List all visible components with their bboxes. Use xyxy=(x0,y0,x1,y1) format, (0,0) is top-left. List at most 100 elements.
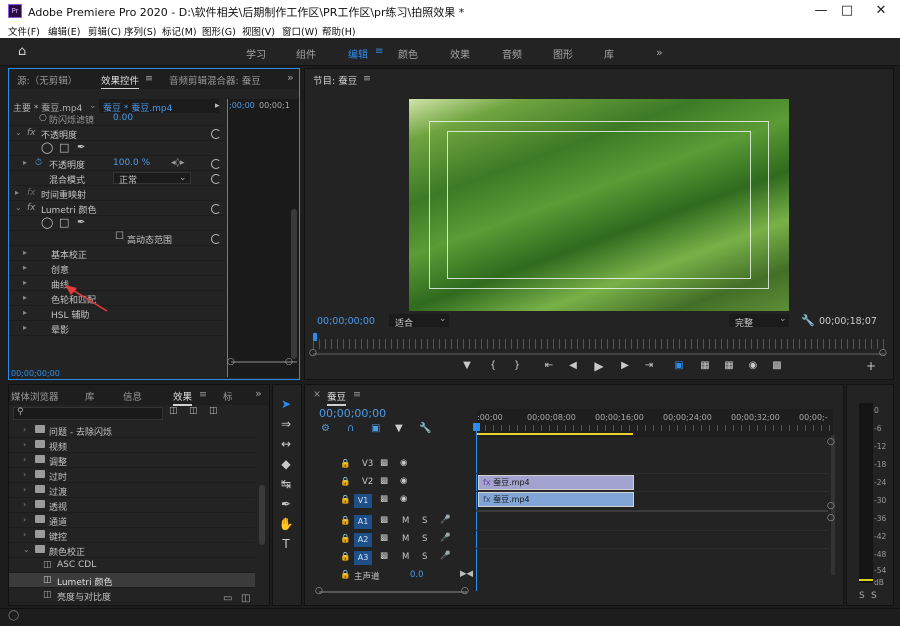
hand-tool-icon[interactable]: ✋ xyxy=(278,516,294,532)
zoom-handle-icon[interactable]: ○ xyxy=(827,437,835,447)
effects-scrollbar[interactable] xyxy=(259,485,265,545)
tab-libraries[interactable]: 库 xyxy=(85,389,95,403)
lumetri-vignette-row[interactable]: ▸ 晕影 xyxy=(9,321,225,336)
eye-icon[interactable]: ◉ xyxy=(400,476,407,486)
reset-icon[interactable] xyxy=(211,159,221,169)
menu-window[interactable]: 窗口(W) xyxy=(282,24,318,38)
menu-view[interactable]: 视图(V) xyxy=(242,24,275,38)
hdr-checkbox[interactable]: ☐ xyxy=(115,231,124,242)
sync-lock-icon[interactable]: ▩ xyxy=(380,494,388,504)
opacity-section-row[interactable]: ⌄ fx 不透明度 xyxy=(9,126,225,141)
zoom-handle-icon[interactable]: ○ xyxy=(461,586,469,596)
play-icon[interactable]: ▶ xyxy=(592,359,606,373)
tab-markers[interactable]: 标 xyxy=(223,389,233,403)
add-marker-icon[interactable]: ▼ xyxy=(460,359,474,373)
step-back-icon[interactable]: ◀ xyxy=(566,359,580,373)
tab-menu-icon[interactable]: ≡ xyxy=(145,73,153,84)
anti-flicker-value[interactable]: 0.00 xyxy=(113,113,133,123)
zoom-handle-icon[interactable]: ○ xyxy=(227,357,235,367)
sync-lock-icon[interactable]: ▩ xyxy=(380,551,388,561)
list-item[interactable]: ◫ 亮度与对比度 xyxy=(9,588,255,603)
keyframe-area[interactable] xyxy=(227,99,299,377)
list-item[interactable]: › 调整 xyxy=(9,453,255,468)
ripple-edit-tool-icon[interactable]: ↔ xyxy=(278,436,294,452)
tab-effects[interactable]: 效果 xyxy=(173,389,193,406)
keyframe-nav-icon[interactable]: ◂◊▸ xyxy=(171,158,184,168)
lift-icon[interactable]: ▦ xyxy=(698,359,712,373)
rectangle-mask-icon[interactable]: □ xyxy=(59,141,69,154)
step-forward-icon[interactable]: ▶ xyxy=(618,359,632,373)
lock-icon[interactable]: 🔒 xyxy=(340,477,351,487)
playhead-handle[interactable] xyxy=(473,423,480,431)
expand-chevron-icon[interactable]: ▸ xyxy=(23,293,27,302)
pen-mask-icon[interactable]: ✒ xyxy=(77,217,85,228)
tab-media-browser[interactable]: 媒体浏览器 xyxy=(11,389,59,403)
play-only-icon[interactable]: ▸ xyxy=(215,101,220,111)
workspace-audio[interactable]: 音频 xyxy=(502,46,522,61)
expand-chevron-icon[interactable]: › xyxy=(23,440,26,449)
track-a3-target[interactable]: A3 xyxy=(354,551,372,565)
lumetri-wheels-row[interactable]: ▸ 色轮和匹配 xyxy=(9,291,225,306)
zoom-handle-icon[interactable]: ○ xyxy=(315,586,323,596)
reset-icon[interactable] xyxy=(211,174,221,184)
solo-button[interactable]: S xyxy=(859,591,865,601)
program-title[interactable]: 节目: 蚕豆 xyxy=(313,73,357,87)
workspace-menu-icon[interactable]: ≡ xyxy=(375,46,383,57)
menu-help[interactable]: 帮助(H) xyxy=(322,24,356,38)
yuv-effects-icon[interactable]: ◫ xyxy=(209,406,218,416)
lumetri-curves-row[interactable]: ▸ 曲线 xyxy=(9,276,225,291)
collapse-chevron-icon[interactable]: ⌄ xyxy=(23,545,30,554)
menu-edit[interactable]: 编辑(E) xyxy=(48,24,80,38)
rectangle-mask-icon[interactable]: □ xyxy=(59,216,69,229)
linked-selection-icon[interactable]: ▣ xyxy=(371,423,380,434)
export-frame-icon[interactable]: ◉ xyxy=(746,359,760,373)
program-playhead[interactable] xyxy=(313,333,317,341)
menu-clip[interactable]: 剪辑(C) xyxy=(88,24,121,38)
mark-in-icon[interactable]: { xyxy=(486,359,500,373)
clip-v2[interactable]: fx 蚕豆.mp4 xyxy=(478,475,634,490)
accelerated-effects-icon[interactable]: ◫ xyxy=(169,406,178,416)
menu-sequence[interactable]: 序列(S) xyxy=(124,24,156,38)
workspace-assembly[interactable]: 组件 xyxy=(296,46,316,61)
menu-file[interactable]: 文件(F) xyxy=(8,24,40,38)
microphone-icon[interactable]: 🎤 xyxy=(440,515,451,525)
list-item[interactable]: › 键控 xyxy=(9,528,255,543)
tab-effect-controls[interactable]: 效果控件 xyxy=(101,73,140,90)
expand-chevron-icon[interactable]: › xyxy=(23,530,26,539)
zoom-handle-icon[interactable]: ○ xyxy=(827,513,835,523)
master-volume-value[interactable]: 0.0 xyxy=(410,570,424,580)
opacity-value[interactable]: 100.0 % xyxy=(113,158,150,168)
sync-lock-icon[interactable]: ▩ xyxy=(380,476,388,486)
clip-dropdown-icon[interactable]: ⌄ xyxy=(89,101,97,111)
more-tabs-icon[interactable]: » xyxy=(255,387,262,400)
list-item[interactable]: ⌄ 颜色校正 xyxy=(9,543,255,558)
track-a2-target[interactable]: A2 xyxy=(354,533,372,547)
list-item[interactable]: ◫ ASC CDL xyxy=(9,558,255,573)
reset-icon[interactable] xyxy=(211,234,221,244)
expand-chevron-icon[interactable]: ▸ xyxy=(23,263,27,272)
timeline-tab[interactable]: 蚕豆 xyxy=(327,389,347,406)
tab-menu-icon[interactable]: ≡ xyxy=(199,389,207,400)
time-remap-row[interactable]: ▸ fx 时间重映射 xyxy=(9,186,225,201)
lock-icon[interactable]: 🔒 xyxy=(340,534,351,544)
sync-lock-icon[interactable]: ▩ xyxy=(380,458,388,468)
collapse-chevron-icon[interactable]: ⌄ xyxy=(15,203,22,212)
solo-button[interactable]: S xyxy=(422,516,427,526)
anti-flicker-row[interactable]: ○ 防闪烁滤镜 0.00 xyxy=(9,111,225,126)
add-marker-icon[interactable]: ▼ xyxy=(395,423,403,434)
go-to-in-icon[interactable]: ⇤ xyxy=(542,359,556,373)
zoom-handle-icon[interactable]: ○ xyxy=(309,348,317,358)
list-item[interactable]: › 通道 xyxy=(9,513,255,528)
mute-button[interactable]: M xyxy=(402,516,409,526)
workspace-learn[interactable]: 学习 xyxy=(246,46,266,61)
workspace-color[interactable]: 颜色 xyxy=(398,46,418,61)
sync-lock-icon[interactable]: ▩ xyxy=(380,515,388,525)
expand-chevron-icon[interactable]: ▸ xyxy=(23,158,27,167)
list-item[interactable]: › 透视 xyxy=(9,498,255,513)
zoom-handle-icon[interactable]: ○ xyxy=(879,348,887,358)
solo-button[interactable]: S xyxy=(871,591,877,601)
effects-search-input[interactable] xyxy=(13,407,163,420)
list-item[interactable]: › 过时 xyxy=(9,468,255,483)
program-menu-icon[interactable]: ≡ xyxy=(363,73,371,84)
zoom-handle-icon[interactable]: ○ xyxy=(285,357,293,367)
